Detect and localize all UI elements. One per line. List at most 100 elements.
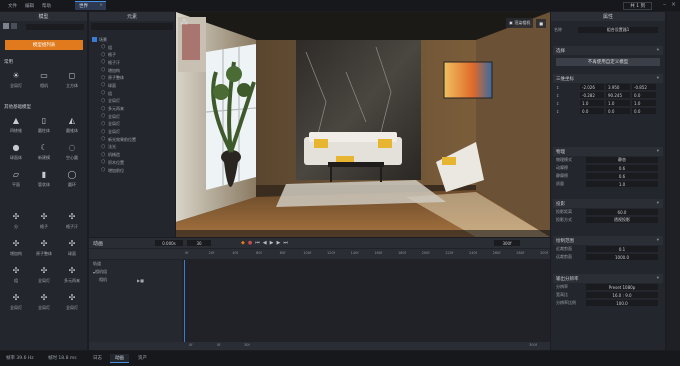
- model-tile[interactable]: ✣ 格子: [30, 207, 58, 234]
- model-tile[interactable]: ◯ 圆环: [58, 165, 86, 192]
- vector-field[interactable]: 90.245: [606, 92, 630, 98]
- model-tile[interactable]: ✣ 全局灯: [30, 261, 58, 288]
- tree-item[interactable]: ⬡ 增加构: [89, 67, 175, 75]
- tree-item[interactable]: ⬡ 多元再来: [89, 105, 175, 113]
- render-camera-button[interactable]: ▣ 渲染相机: [506, 18, 534, 28]
- list-view-icon[interactable]: [11, 23, 17, 29]
- tree-item[interactable]: ⬡ 增加前位: [89, 167, 175, 175]
- tree-root[interactable]: 场景: [89, 36, 175, 44]
- tab-assets[interactable]: 资产: [133, 354, 152, 362]
- model-tile[interactable]: ✣ 多元再来: [58, 261, 86, 288]
- record-icon[interactable]: ●: [248, 240, 252, 246]
- model-tile[interactable]: ✣ 格子汗: [58, 207, 86, 234]
- tree-item[interactable]: ⬡ 机械造: [89, 151, 175, 159]
- property-field[interactable]: 100.0: [586, 300, 658, 306]
- track-group[interactable]: ▾ 相机组: [89, 268, 182, 276]
- footer-field[interactable]: 0f: [217, 343, 220, 347]
- menu-file[interactable]: 文件: [8, 3, 17, 9]
- model-tile[interactable]: ▲ 四棱锥: [2, 111, 30, 138]
- model-tile[interactable]: ✣ 全局灯: [30, 288, 58, 315]
- tree-item[interactable]: ⬡ 格子汗: [89, 59, 175, 67]
- custom-model-button[interactable]: 不再使用自定义模型: [556, 58, 660, 66]
- menu-help[interactable]: 帮助: [42, 3, 51, 9]
- prev-frame-icon[interactable]: ◀: [263, 240, 267, 246]
- vector-field[interactable]: 3.950: [606, 84, 630, 90]
- minimize-icon[interactable]: –: [663, 1, 666, 8]
- footer-field[interactable]: 300f: [529, 343, 537, 347]
- end-frame-field[interactable]: 300f: [494, 240, 520, 246]
- track-root[interactable]: 轨道: [89, 260, 182, 268]
- vector-field[interactable]: 0.0: [632, 92, 656, 98]
- tree-item[interactable]: ⬡ 法光: [89, 144, 175, 152]
- vector-field[interactable]: -0.852: [632, 84, 656, 90]
- model-tile[interactable]: ☀ 全局灯: [2, 66, 30, 93]
- menu-edit[interactable]: 编辑: [25, 3, 34, 9]
- property-field[interactable]: 16.0 : 9.0: [586, 292, 658, 298]
- 3d-viewport[interactable]: ⁂ ▣ 渲染相机 ■: [176, 12, 550, 237]
- vector-field[interactable]: -2.026: [580, 84, 604, 90]
- property-field[interactable]: 0.6: [586, 173, 658, 179]
- tree-item[interactable]: ⬡ 全局灯: [89, 98, 175, 106]
- model-tile[interactable]: ▭ 相机: [30, 66, 58, 93]
- vector-field[interactable]: -0.282: [580, 92, 604, 98]
- track-camera[interactable]: 相机 ▶■: [89, 276, 182, 284]
- property-field[interactable]: 1.0: [586, 181, 658, 187]
- model-tile[interactable]: ✣ 组: [2, 261, 30, 288]
- name-field[interactable]: 组合设置器1: [578, 27, 658, 33]
- share-button[interactable]: 共 1 到: [623, 2, 652, 10]
- model-tile[interactable]: ▮ 管状体: [30, 165, 58, 192]
- first-frame-icon[interactable]: ⏮: [255, 240, 260, 246]
- playhead[interactable]: [184, 260, 185, 342]
- tree-item[interactable]: ⬡ 全局灯: [89, 121, 175, 129]
- model-tile[interactable]: ◻ 立方体: [58, 66, 86, 93]
- last-frame-icon[interactable]: ⏭: [283, 240, 288, 246]
- visibility-checkbox[interactable]: [92, 37, 97, 43]
- fps-field[interactable]: 30: [187, 240, 212, 246]
- tree-item[interactable]: ⬡ 全局灯: [89, 128, 175, 136]
- footer-field[interactable]: 0f: [189, 343, 192, 347]
- property-field[interactable]: 0.1: [586, 246, 658, 252]
- tab-log[interactable]: 日志: [88, 354, 107, 362]
- next-frame-icon[interactable]: ▶: [276, 240, 280, 246]
- current-time-field[interactable]: 0.000s: [155, 240, 184, 246]
- property-field[interactable]: 1000.0: [586, 254, 658, 260]
- property-field[interactable]: 透视投影: [586, 217, 658, 223]
- vector-field[interactable]: 1.0: [606, 100, 630, 106]
- tree-item[interactable]: ⬡ 原子整体: [89, 74, 175, 82]
- close-window-icon[interactable]: ×: [671, 1, 676, 8]
- model-search-input[interactable]: [26, 24, 84, 30]
- vector-field[interactable]: 1.0: [580, 100, 604, 106]
- model-tile[interactable]: ✣ 球面: [58, 234, 86, 261]
- tree-item[interactable]: ⬡ 格子: [89, 51, 175, 59]
- vector-field[interactable]: 0.0: [580, 108, 604, 114]
- tab-animation[interactable]: 动画: [110, 354, 129, 363]
- model-tile[interactable]: ▱ 平面: [2, 165, 30, 192]
- property-field[interactable]: 静态: [586, 157, 658, 163]
- property-field[interactable]: 0.6: [586, 165, 658, 171]
- play-icon[interactable]: ▶: [270, 240, 274, 246]
- model-tile[interactable]: ● 球面体: [2, 138, 30, 165]
- model-tile[interactable]: ✣ 增加构: [2, 234, 30, 261]
- tree-item[interactable]: ⬡ 积木位置: [89, 159, 175, 167]
- property-field[interactable]: 60.0: [586, 209, 658, 215]
- close-icon[interactable]: ×: [99, 3, 103, 8]
- outliner-search-input[interactable]: [91, 23, 173, 30]
- model-tile[interactable]: ✣ 分: [2, 207, 30, 234]
- tree-item[interactable]: ⬡ 新光效果前位置: [89, 136, 175, 144]
- tree-item[interactable]: ⬡ 球面: [89, 82, 175, 90]
- vector-field[interactable]: 0.0: [632, 108, 656, 114]
- timeline-ruler[interactable]: 0f 20f 40f 60f 80f 100f 120f 140f 160f 180f 200f 22…: [89, 249, 550, 259]
- stop-button[interactable]: ■: [536, 18, 546, 28]
- model-tile[interactable]: ✣ 全局灯: [2, 288, 30, 315]
- gizmo-icon[interactable]: ⁂: [180, 18, 188, 27]
- grid-view-icon[interactable]: [3, 23, 9, 29]
- tree-item[interactable]: ⬡ 组: [89, 90, 175, 98]
- model-tile[interactable]: ▯ 圆柱体: [30, 111, 58, 138]
- tree-item[interactable]: ⬡ 组: [89, 44, 175, 52]
- model-tile[interactable]: ✣ 全局灯: [58, 288, 86, 315]
- model-tile[interactable]: ◭ 圆锥体: [58, 111, 86, 138]
- footer-field[interactable]: 30f: [244, 343, 250, 347]
- property-field[interactable]: Preset 1080p: [586, 284, 658, 290]
- tab-world[interactable]: 世界 ×: [75, 1, 106, 10]
- vector-field[interactable]: 0.0: [606, 108, 630, 114]
